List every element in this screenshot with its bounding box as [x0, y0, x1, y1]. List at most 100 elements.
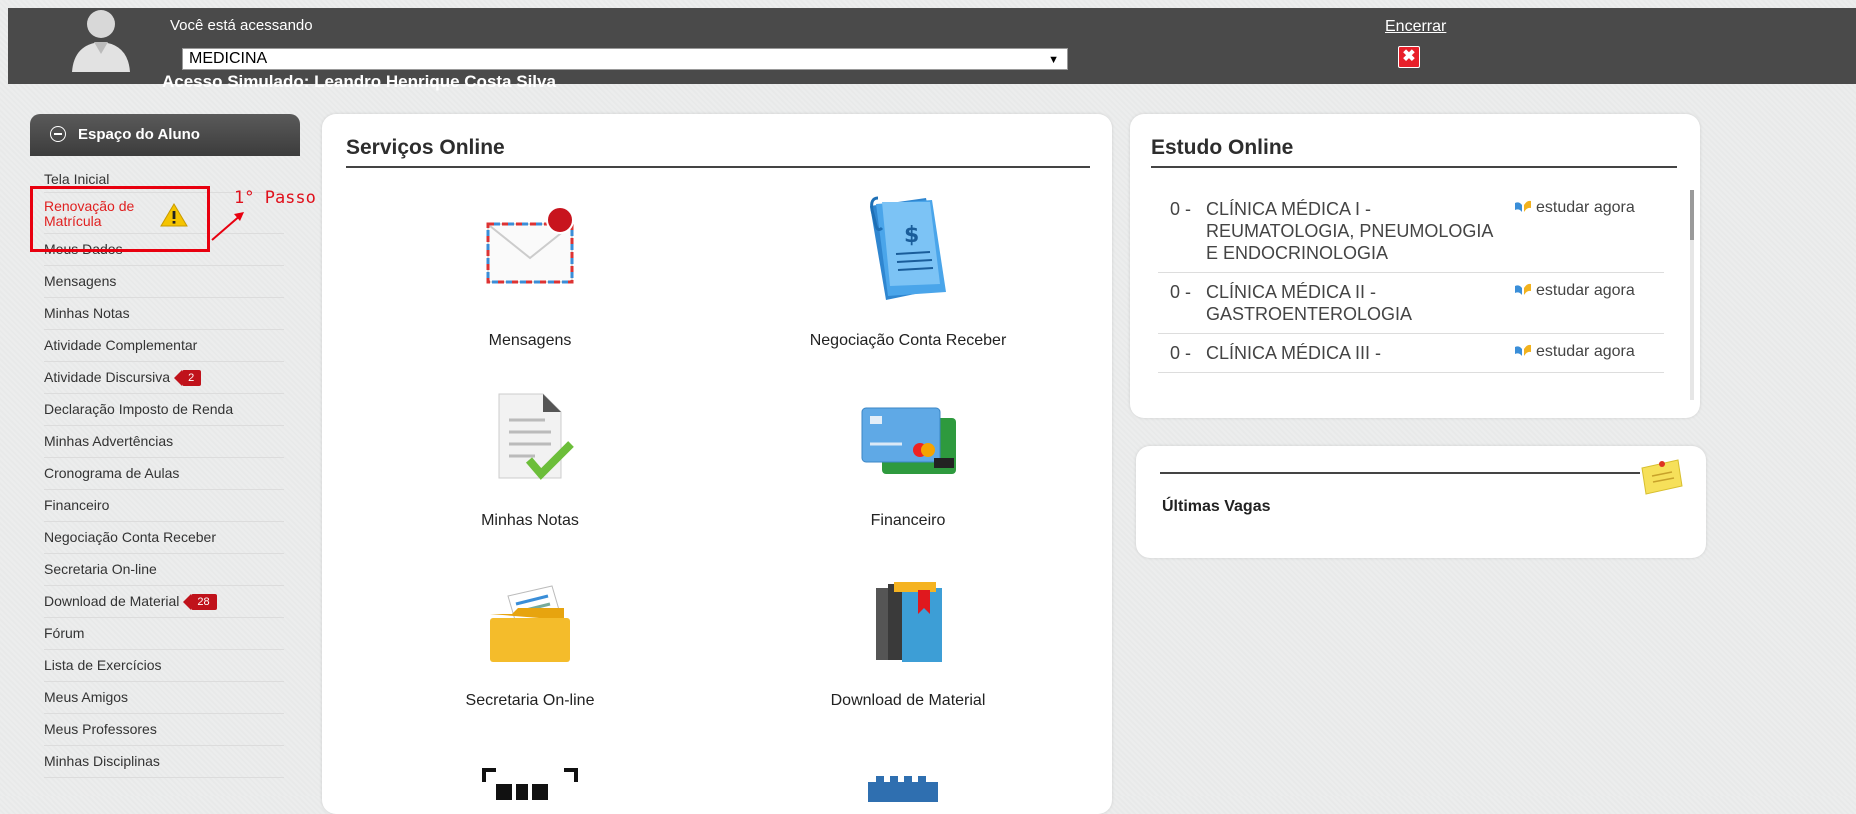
highlight-annotation-box	[30, 186, 210, 252]
study-now-link[interactable]: estudar agora	[1514, 199, 1635, 217]
dropdown-arrow-icon: ▼	[1048, 54, 1059, 66]
scrollbar-thumb[interactable]	[1690, 190, 1694, 240]
sidebar-item-label: Secretaria On-line	[44, 561, 157, 577]
folder-icon	[490, 585, 570, 662]
sidebar-item-atividade-complementar[interactable]: Atividade Complementar	[44, 330, 284, 362]
study-now-link[interactable]: estudar agora	[1514, 282, 1635, 300]
user-avatar-icon	[72, 10, 130, 72]
sidebar-item-secretaria-online[interactable]: Secretaria On-line	[44, 554, 284, 586]
sidebar-item-download-material[interactable]: Download de Material 28	[44, 586, 284, 618]
books-icon	[876, 582, 942, 662]
sidebar-item-label: Lista de Exercícios	[44, 657, 162, 673]
sidebar-item-meus-professores[interactable]: Meus Professores	[44, 714, 284, 746]
sidebar-item-declaracao-imposto[interactable]: Declaração Imposto de Renda	[44, 394, 284, 426]
sidebar-item-label: Download de Material	[44, 593, 180, 609]
sidebar-item-label: Negociação Conta Receber	[44, 529, 216, 545]
service-label: Secretaria On-line	[465, 692, 595, 709]
sidebar-item-label: Tela Inicial	[44, 171, 110, 187]
simulated-access-text: Acesso Simulado: Leandro Henrique Costa …	[162, 72, 556, 91]
course-select-value: MEDICINA	[189, 50, 268, 67]
service-label: Mensagens	[488, 332, 572, 349]
sidebar-item-financeiro[interactable]: Financeiro	[44, 490, 284, 522]
collapse-icon[interactable]	[50, 126, 66, 142]
study-panel: Estudo Online 0 - CLÍNICA MÉDICA I - REU…	[1130, 114, 1700, 418]
study-list[interactable]: 0 - CLÍNICA MÉDICA I - REUMATOLOGIA, PNE…	[1158, 190, 1664, 406]
service-label: Minhas Notas	[481, 512, 579, 529]
study-link-label: estudar agora	[1536, 343, 1635, 360]
divider	[1151, 166, 1677, 168]
sidebar-menu: Tela Inicial Renovação de Matrícula Meus…	[44, 172, 284, 778]
service-financeiro[interactable]: Financeiro	[778, 390, 1038, 570]
course-select[interactable]: MEDICINA ▼	[182, 48, 1068, 70]
envelope-icon	[486, 206, 574, 284]
sidebar-item-label: Declaração Imposto de Renda	[44, 401, 234, 417]
service-negociacao-conta[interactable]: $ Negociação Conta Receber	[778, 196, 1038, 376]
count-badge: 28	[183, 594, 217, 611]
sidebar-item-label: Meus Professores	[44, 721, 157, 737]
study-icon	[1515, 200, 1531, 212]
service-mensagens[interactable]: 19 Mensagens	[400, 196, 660, 376]
annotation-arrow-icon	[211, 212, 244, 241]
calendar-icon	[868, 776, 938, 802]
sticky-note-icon	[1641, 459, 1683, 495]
sidebar-item-meus-amigos[interactable]: Meus Amigos	[44, 682, 284, 714]
count-badge: 2	[174, 370, 202, 387]
services-panel: Serviços Online 19 Mensagens $ Negociaçã…	[322, 114, 1112, 814]
sidebar-item-label: Fórum	[44, 625, 85, 641]
svg-text:$: $	[904, 223, 919, 248]
sidebar-item-label: Cronograma de Aulas	[44, 465, 180, 481]
sidebar-item-label: Minhas Disciplinas	[44, 753, 160, 769]
service-download-material[interactable]: Download de Material	[778, 580, 1038, 760]
sidebar-item-label: Minhas Notas	[44, 305, 130, 321]
sidebar-item-cronograma-aulas[interactable]: Cronograma de Aulas	[44, 458, 284, 490]
sidebar-item-label: Atividade Discursiva	[44, 369, 171, 385]
sidebar-item-label: Mensagens	[44, 273, 117, 289]
list-item: 0 - CLÍNICA MÉDICA III - estudar agora	[1158, 334, 1664, 373]
service-label: Financeiro	[870, 512, 946, 529]
study-link-label: estudar agora	[1536, 282, 1635, 299]
sidebar-title: Espaço do Aluno	[78, 126, 200, 143]
study-scrollbar[interactable]	[1690, 190, 1694, 400]
sidebar-item-label: Minhas Advertências	[44, 433, 174, 449]
study-icon	[1515, 344, 1531, 356]
sidebar-item-minhas-advertencias[interactable]: Minhas Advertências	[44, 426, 284, 458]
service-minhas-notas[interactable]: Minhas Notas	[400, 390, 660, 570]
credit-cards-icon	[861, 407, 956, 474]
sidebar-item-label: Meus Amigos	[44, 689, 129, 705]
sidebar-item-minhas-disciplinas[interactable]: Minhas Disciplinas	[44, 746, 284, 778]
sidebar-item-mensagens[interactable]: Mensagens	[44, 266, 284, 298]
access-label: Você está acessando	[170, 17, 313, 34]
divider	[346, 166, 1090, 168]
document-check-icon	[498, 393, 574, 480]
study-link-label: estudar agora	[1536, 199, 1635, 216]
sidebar-item-atividade-discursiva[interactable]: Atividade Discursiva 2	[44, 362, 284, 394]
study-item-number: 0 -	[1170, 282, 1192, 302]
sidebar-header[interactable]: Espaço do Aluno	[30, 114, 300, 156]
list-item: 0 - CLÍNICA MÉDICA I - REUMATOLOGIA, PNE…	[1158, 190, 1664, 273]
sidebar-item-lista-exercicios[interactable]: Lista de Exercícios	[44, 650, 284, 682]
sidebar-item-label: Financeiro	[44, 497, 110, 513]
study-icon	[1515, 283, 1531, 295]
qr-code-icon	[482, 768, 578, 800]
list-item: 0 - CLÍNICA MÉDICA II - GASTROENTEROLOGI…	[1158, 273, 1664, 334]
logout-link[interactable]: Encerrar	[1385, 18, 1446, 36]
sidebar-item-label: Atividade Complementar	[44, 337, 198, 353]
study-item-course: CLÍNICA MÉDICA III -	[1206, 343, 1382, 363]
sidebar-item-negociacao-conta[interactable]: Negociação Conta Receber	[44, 522, 284, 554]
step-annotation: 1° Passo	[234, 188, 316, 208]
sidebar-item-forum[interactable]: Fórum	[44, 618, 284, 650]
close-icon[interactable]: ✖	[1398, 46, 1420, 68]
study-item-number: 0 -	[1170, 343, 1192, 363]
vacancies-panel: Últimas Vagas	[1136, 446, 1706, 558]
services-title: Serviços Online	[346, 136, 505, 159]
service-secretaria-online[interactable]: Secretaria On-line	[400, 580, 660, 760]
vacancies-title: Últimas Vagas	[1162, 498, 1271, 515]
service-label: Negociação Conta Receber	[809, 332, 1007, 349]
study-title: Estudo Online	[1151, 136, 1294, 159]
service-label: Download de Material	[830, 692, 986, 709]
invoice-icon: $	[870, 196, 946, 300]
study-now-link[interactable]: estudar agora	[1514, 343, 1635, 361]
sidebar-item-minhas-notas[interactable]: Minhas Notas	[44, 298, 284, 330]
divider	[1160, 472, 1640, 474]
study-item-number: 0 -	[1170, 199, 1192, 219]
